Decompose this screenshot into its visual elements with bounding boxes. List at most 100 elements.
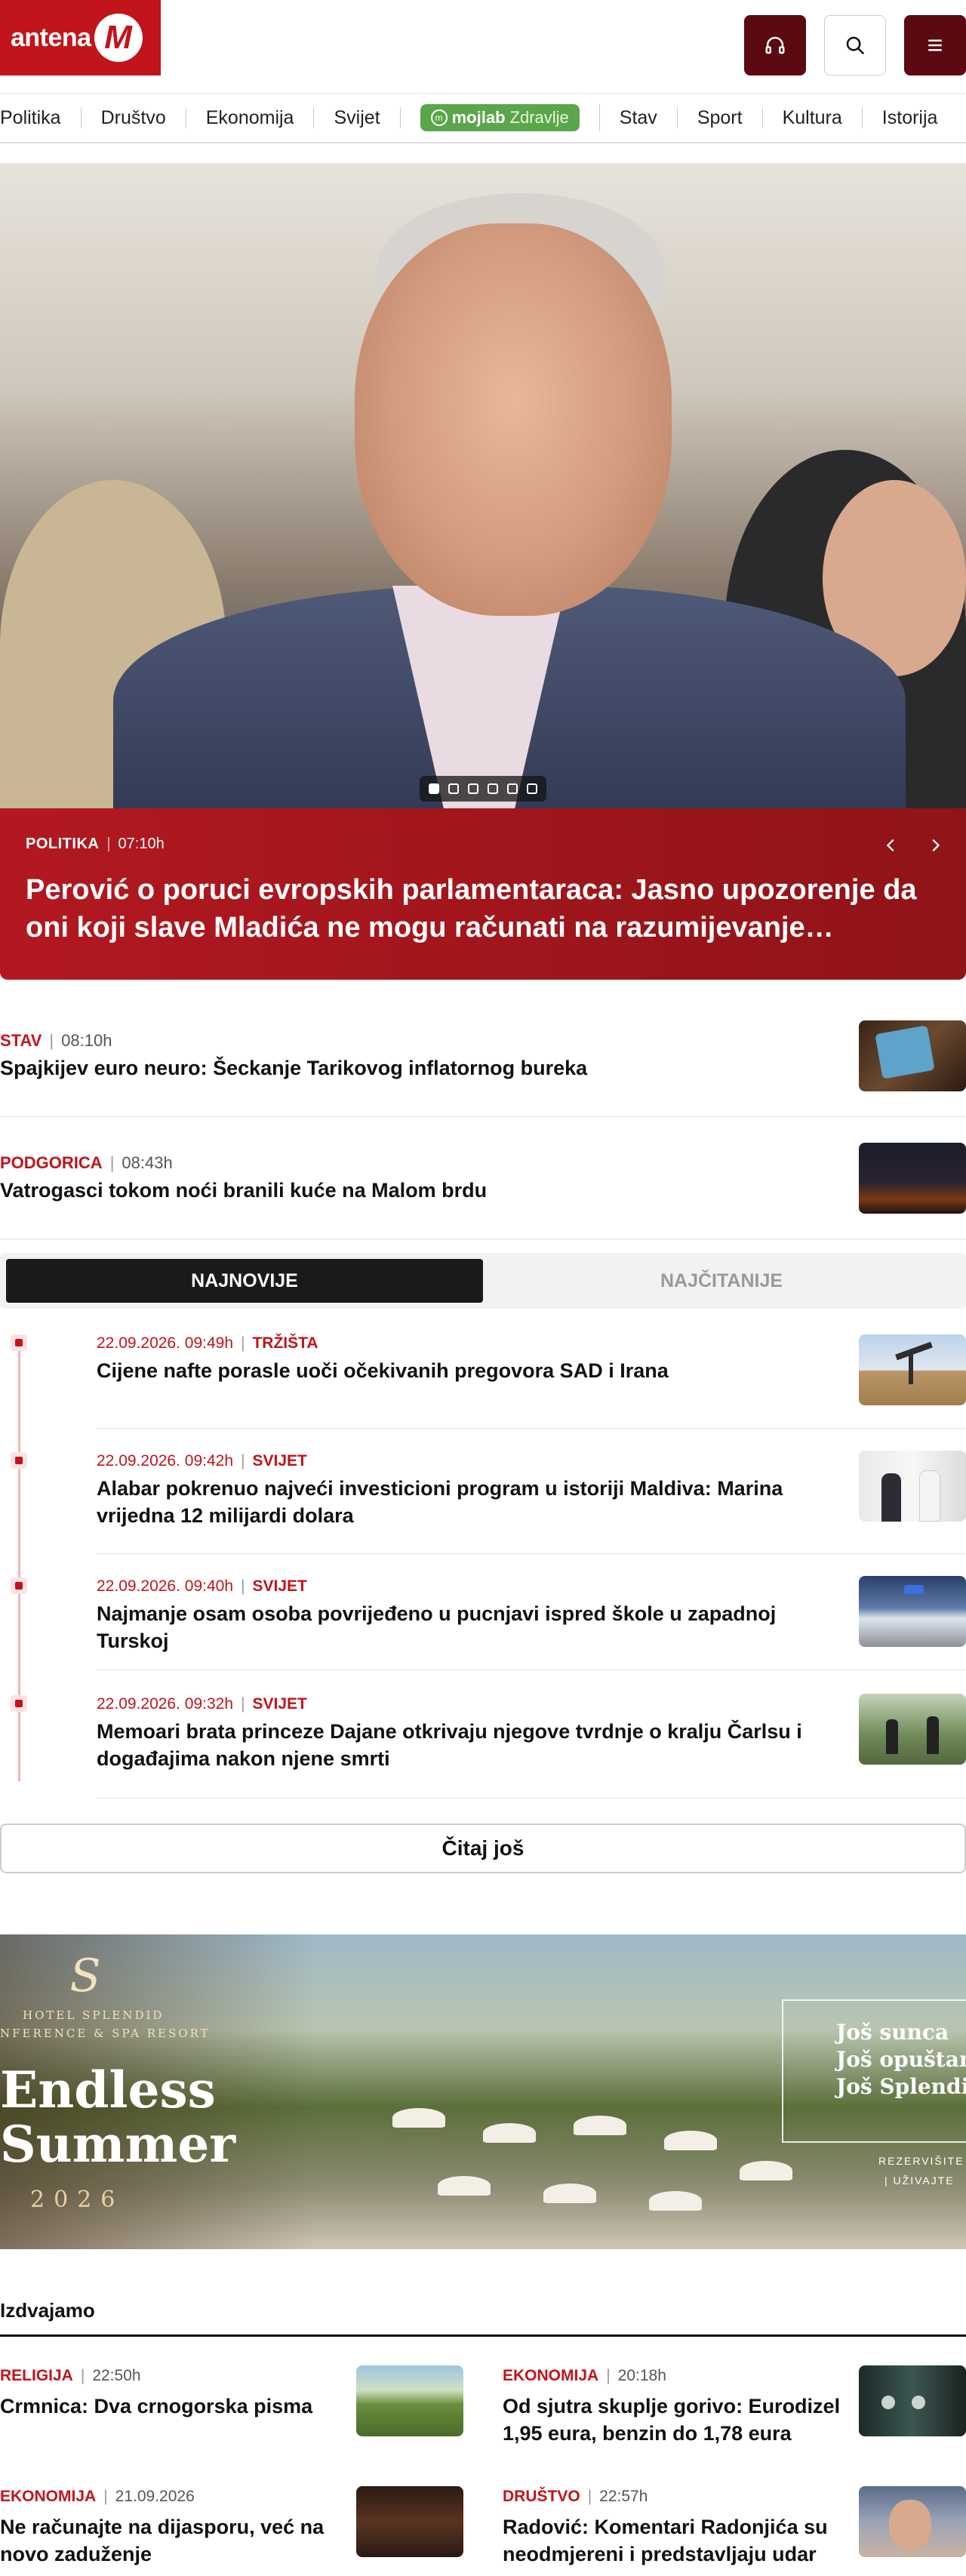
- featured-time: 20:18h: [617, 2367, 666, 2384]
- timeline-category[interactable]: TRŽIŠTA: [252, 1334, 318, 1353]
- list-item[interactable]: STAV | 08:10h Spajkijev euro neuro: Šeck…: [0, 995, 966, 1117]
- nav-item-stav[interactable]: Stav: [600, 107, 678, 128]
- timeline-thumbnail[interactable]: [859, 1451, 966, 1522]
- timeline-title[interactable]: Cijene nafte porasle uoči očekivanih pre…: [97, 1357, 844, 1384]
- news-category[interactable]: PODGORICA: [0, 1153, 103, 1173]
- hero-image[interactable]: [0, 163, 966, 808]
- slider-dot[interactable]: [488, 783, 498, 794]
- meta-separator: |: [606, 2367, 611, 2384]
- logo-mark: M: [94, 14, 143, 62]
- hero-slider[interactable]: POLITIKA | 07:10h Perović o poruci evrop…: [0, 163, 966, 980]
- divider: [97, 1553, 966, 1554]
- section-title: Izdvajamo: [0, 2299, 95, 2322]
- tab-latest[interactable]: NAJNOVIJE: [6, 1259, 483, 1303]
- featured-item[interactable]: RELIGIJA | 22:50h Crmnica: Dva crnogorsk…: [0, 2365, 468, 2473]
- timeline-title[interactable]: Memoari brata princeze Dajane otkrivaju …: [97, 1718, 844, 1772]
- slider-dot[interactable]: [429, 783, 439, 794]
- headphones-icon: [765, 36, 785, 54]
- featured-title[interactable]: Crmnica: Dva crnogorska pisma: [0, 2393, 340, 2420]
- list-item[interactable]: PODGORICA | 08:43h Vatrogasci tokom noći…: [0, 1117, 966, 1239]
- hero-category[interactable]: POLITIKA: [26, 836, 99, 853]
- nav-item-sport[interactable]: Sport: [678, 107, 763, 128]
- meta-separator: |: [241, 1695, 245, 1713]
- ad-cta[interactable]: | UŽIVAJTE: [884, 2174, 955, 2187]
- timeline-thumbnail[interactable]: [859, 1694, 966, 1765]
- nav-item-kultura[interactable]: Kultura: [763, 107, 863, 128]
- ad-decor: [664, 2131, 717, 2150]
- ad-headline-line2: Summer: [0, 2115, 236, 2174]
- pill-brand-2: lab: [481, 108, 506, 127]
- ad-tagline: Još opuštan: [836, 2047, 966, 2072]
- news-time: 08:10h: [61, 1031, 112, 1050]
- featured-time: 22:50h: [92, 2367, 141, 2384]
- slider-dots: [420, 776, 546, 802]
- hamburger-menu-icon: [928, 39, 942, 51]
- ad-resort-name: NFERENCE & SPA RESORT: [0, 2027, 211, 2040]
- hotel-ad-banner[interactable]: S HOTEL SPLENDID NFERENCE & SPA RESORT E…: [0, 1934, 966, 2249]
- featured-item[interactable]: EKONOMIJA | 20:18h Od sjutra skuplje gor…: [503, 2365, 966, 2473]
- read-more-button[interactable]: Čitaj još: [0, 1824, 966, 1873]
- nav-item-svijet[interactable]: Svijet: [314, 107, 401, 128]
- featured-thumbnail[interactable]: [859, 2365, 966, 2436]
- nav-item-politika[interactable]: Politika: [0, 107, 82, 128]
- featured-title[interactable]: Od sjutra skuplje gorivo: Eurodizel 1,95…: [503, 2393, 842, 2447]
- featured-category[interactable]: RELIGIJA: [0, 2367, 73, 2385]
- timeline-category[interactable]: SVIJET: [252, 1577, 306, 1596]
- logo-text: antena: [11, 23, 91, 52]
- timeline-thumbnail[interactable]: [859, 1334, 966, 1405]
- news-title[interactable]: Spajkijev euro neuro: Šeckanje Tarikovog…: [0, 1057, 823, 1080]
- featured-category[interactable]: EKONOMIJA: [0, 2488, 96, 2506]
- timeline-meta: 22.09.2026. 09:42h | SVIJET: [97, 1452, 307, 1470]
- menu-button[interactable]: [904, 15, 966, 75]
- ad-year: 2026: [30, 2187, 125, 2213]
- timeline-marker: [11, 1695, 27, 1712]
- slider-dot[interactable]: [448, 783, 459, 794]
- featured-thumbnail[interactable]: [859, 2486, 966, 2557]
- featured-title[interactable]: Ne računajte na dijasporu, već na novo z…: [0, 2513, 340, 2568]
- nav-item-ekonomija[interactable]: Ekonomija: [186, 107, 315, 128]
- audio-button[interactable]: [744, 15, 806, 75]
- mojlab-logo-icon: m: [430, 109, 448, 126]
- featured-thumbnail[interactable]: [356, 2365, 463, 2436]
- timeline-category[interactable]: SVIJET: [252, 1452, 306, 1470]
- nav-item-mojlab-wrap: m moj lab Zdravlje: [401, 104, 600, 131]
- news-meta: PODGORICA | 08:43h: [0, 1153, 173, 1173]
- hero-title[interactable]: Perović o poruci evropskih parlamentarac…: [26, 871, 931, 946]
- ad-cta[interactable]: REZERVIŠITE: [878, 2155, 964, 2167]
- slider-dot[interactable]: [527, 783, 537, 794]
- news-title[interactable]: Vatrogasci tokom noći branili kuće na Ma…: [0, 1179, 823, 1202]
- ad-hotel-name: HOTEL SPLENDID: [23, 2008, 165, 2022]
- divider: [97, 1428, 966, 1429]
- featured-title[interactable]: Radović: Komentari Radonjića su neodmjer…: [503, 2513, 842, 2576]
- timeline-category[interactable]: SVIJET: [252, 1695, 306, 1713]
- news-thumbnail[interactable]: [859, 1020, 966, 1091]
- nav-item-mojlab-zdravlje[interactable]: m moj lab Zdravlje: [420, 104, 580, 131]
- news-category[interactable]: STAV: [0, 1031, 42, 1051]
- slider-arrows: [883, 837, 943, 854]
- site-logo[interactable]: antena M: [0, 0, 161, 75]
- meta-separator: |: [109, 1153, 115, 1172]
- search-button[interactable]: [824, 15, 886, 75]
- featured-category[interactable]: DRUŠTVO: [503, 2488, 580, 2506]
- timeline-thumbnail[interactable]: [859, 1576, 966, 1647]
- hero-meta: POLITIKA | 07:10h: [26, 836, 940, 853]
- chevron-right-icon[interactable]: [927, 837, 943, 854]
- meta-separator: |: [587, 2488, 592, 2505]
- hero-face: [355, 223, 672, 616]
- slider-dot[interactable]: [468, 783, 478, 794]
- timeline-marker: [11, 1334, 27, 1351]
- timeline-title[interactable]: Najmanje osam osoba povrijeđeno u pucnja…: [97, 1600, 844, 1654]
- ad-decor: [438, 2176, 491, 2196]
- slider-dot[interactable]: [507, 783, 518, 794]
- timeline-date: 22.09.2026. 09:42h: [97, 1452, 234, 1470]
- chevron-left-icon[interactable]: [883, 837, 900, 854]
- nav-item-istorija[interactable]: Istorija: [863, 107, 958, 128]
- featured-category[interactable]: EKONOMIJA: [503, 2367, 598, 2385]
- tab-most-read[interactable]: NAJČITANIJE: [483, 1259, 960, 1303]
- featured-item[interactable]: DRUŠTVO | 22:57h Radović: Komentari Rado…: [503, 2486, 966, 2576]
- featured-item[interactable]: EKONOMIJA | 21.09.2026 Ne računajte na d…: [0, 2486, 468, 2576]
- timeline-title[interactable]: Alabar pokrenuo najveći investicioni pro…: [97, 1475, 844, 1529]
- nav-item-drustvo[interactable]: Društvo: [82, 107, 186, 128]
- news-thumbnail[interactable]: [859, 1143, 966, 1214]
- featured-thumbnail[interactable]: [356, 2486, 463, 2557]
